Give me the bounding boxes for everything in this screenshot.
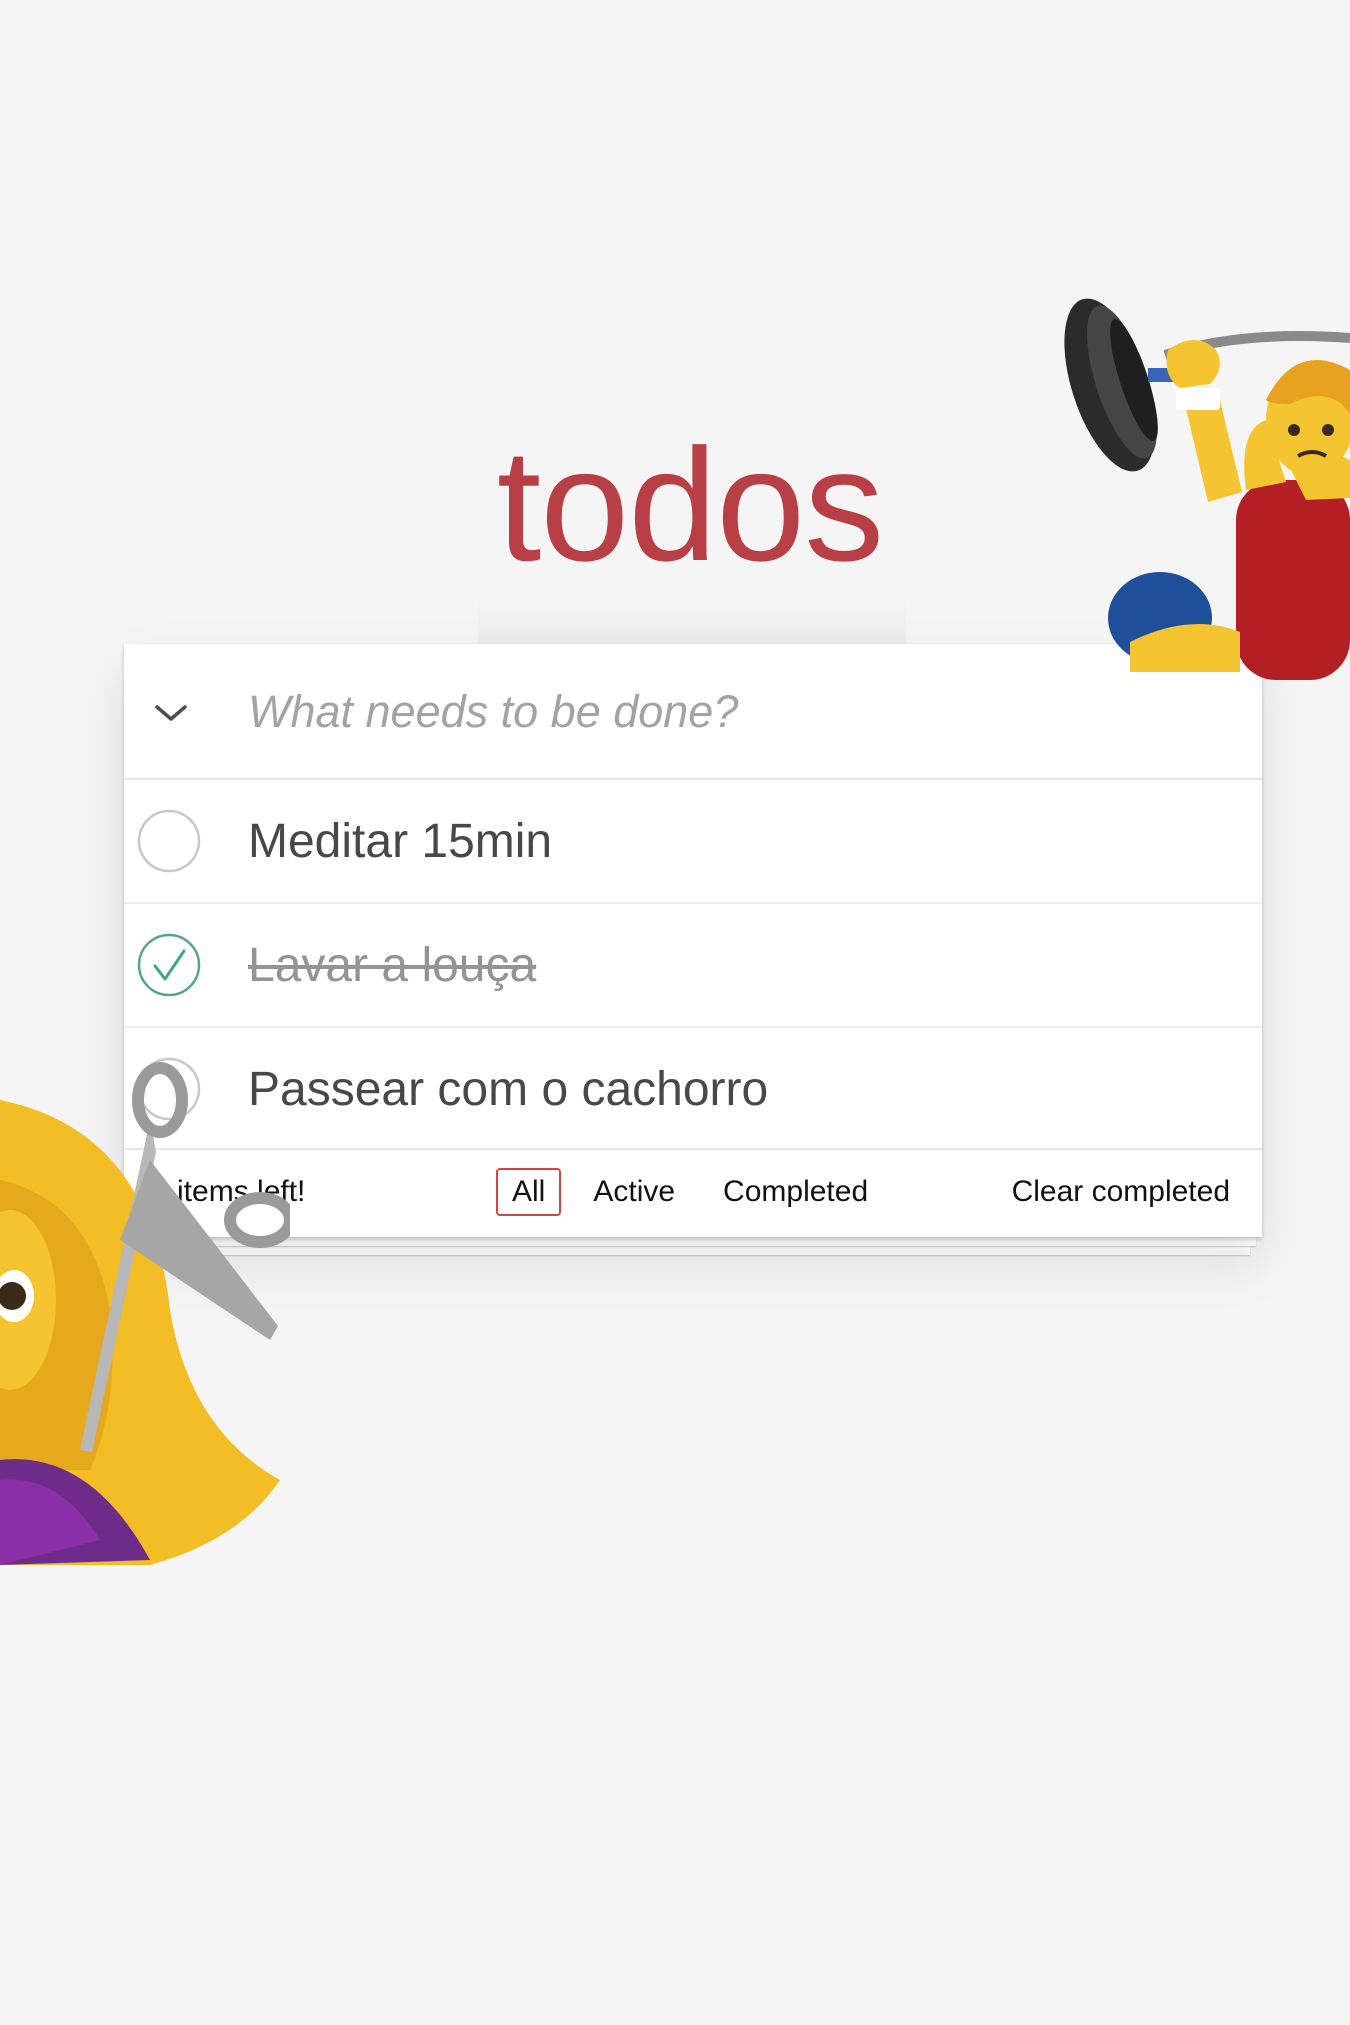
filter-list: All Active Completed	[496, 1168, 900, 1216]
title-shade	[478, 598, 906, 644]
todo-item: Lavar a louça	[124, 904, 1262, 1028]
stack-paper-1	[130, 1237, 1256, 1246]
clear-completed-button[interactable]: Clear completed	[1012, 1172, 1230, 1212]
unchecked-circle-icon	[137, 809, 201, 873]
todo-checkbox[interactable]	[137, 933, 201, 997]
woman-with-scissors-emoji	[0, 1062, 290, 1565]
chevron-down-icon[interactable]	[150, 692, 192, 734]
checked-circle-icon	[137, 933, 201, 997]
todo-footer: 2 items left! All Active Completed Clear…	[124, 1150, 1262, 1237]
filter-active[interactable]: Active	[577, 1168, 691, 1216]
stack-paper-2	[136, 1246, 1250, 1255]
todo-item: Passear com o cachorro	[124, 1028, 1262, 1150]
filter-completed[interactable]: Completed	[707, 1168, 884, 1216]
todo-item: Meditar 15min	[124, 780, 1262, 904]
todo-label[interactable]: Meditar 15min	[248, 810, 552, 874]
filter-all[interactable]: All	[496, 1168, 562, 1216]
todo-label-completed[interactable]: Lavar a louça	[248, 934, 536, 998]
man-weightlifter-emoji	[1064, 298, 1350, 680]
todo-app: Meditar 15min Lavar a louça Passear com …	[124, 644, 1262, 1237]
todo-label[interactable]: Passear com o cachorro	[248, 1058, 768, 1122]
todo-checkbox[interactable]	[137, 809, 201, 873]
